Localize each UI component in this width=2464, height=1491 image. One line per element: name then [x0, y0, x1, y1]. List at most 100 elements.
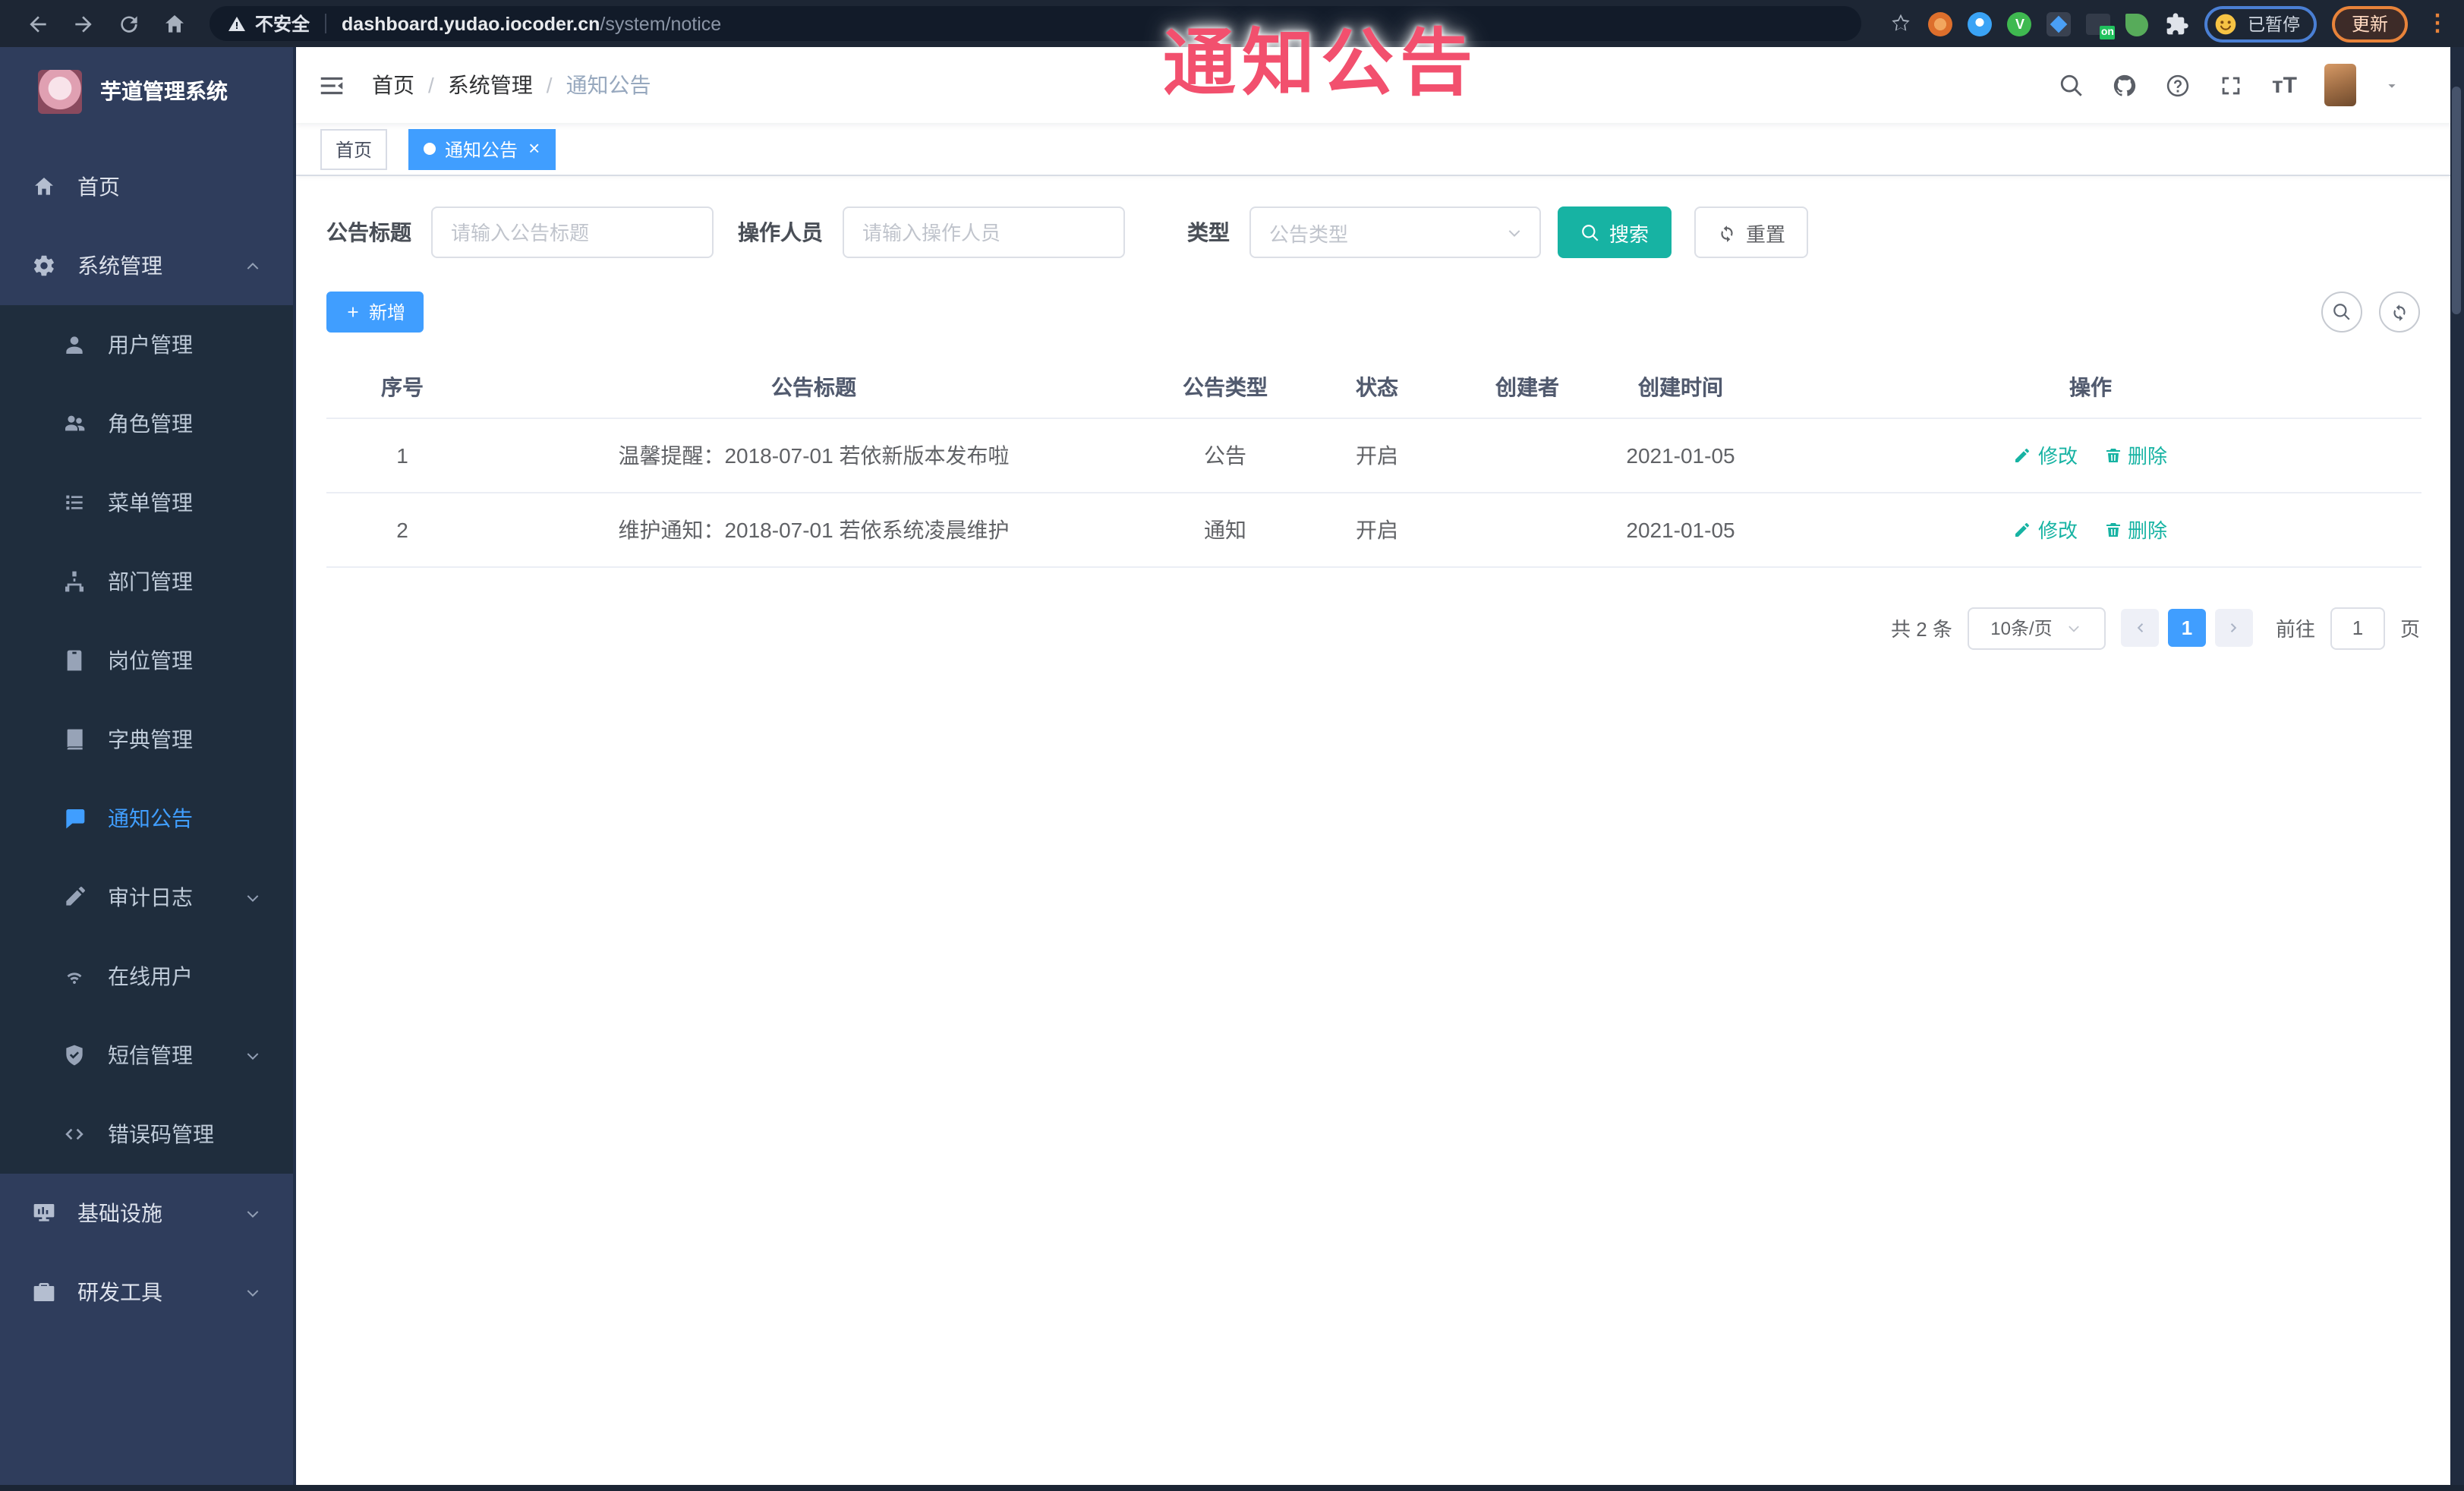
- github-icon[interactable]: [2113, 72, 2138, 98]
- chevron-left-icon: [2137, 623, 2144, 632]
- profile-status-label: 已暂停: [2247, 16, 2300, 34]
- notice-title-input[interactable]: [431, 206, 714, 258]
- table-cell: 开启: [1301, 492, 1453, 567]
- sidebar-item-dict-management[interactable]: 字典管理: [0, 700, 293, 779]
- chevron-down-icon: [247, 1289, 259, 1296]
- browser-update-button[interactable]: 更新: [2331, 5, 2408, 42]
- extension-on-badge: on: [2099, 25, 2116, 39]
- sidebar-item-home[interactable]: 首页: [0, 147, 293, 226]
- operator-input[interactable]: [843, 206, 1125, 258]
- page-size-select[interactable]: 10条/页: [1967, 607, 2106, 649]
- sidebar-item-dev-tools[interactable]: 研发工具: [0, 1253, 293, 1332]
- tab-home[interactable]: 首页: [320, 128, 388, 169]
- user-avatar[interactable]: [2324, 64, 2356, 106]
- sidebar-item-label: 部门管理: [108, 569, 193, 594]
- list-icon: [66, 495, 83, 510]
- current-page-button[interactable]: 1: [2167, 609, 2206, 647]
- table-column-header: 操作: [1760, 357, 2421, 418]
- page-scrollbar-thumb[interactable]: [2452, 87, 2461, 314]
- browser-home-icon[interactable]: [162, 11, 187, 36]
- extension-green-v-icon[interactable]: V: [2007, 11, 2032, 36]
- tree-icon: [65, 571, 83, 592]
- notice-type-select[interactable]: 公告类型: [1249, 206, 1541, 258]
- fullscreen-icon[interactable]: [2219, 72, 2245, 98]
- breadcrumb-system[interactable]: 系统管理: [448, 70, 533, 100]
- sidebar-item-menu-management[interactable]: 菜单管理: [0, 463, 293, 542]
- sidebar-item-label: 基础设施: [77, 1201, 162, 1225]
- url-separator: [325, 14, 327, 33]
- sidebar-item-online-users[interactable]: 在线用户: [0, 937, 293, 1016]
- search-button-icon: [1582, 224, 1599, 241]
- operator-label: 操作人员: [738, 220, 823, 244]
- browser-menu-icon[interactable]: ⋮: [2426, 12, 2449, 35]
- goto-page-input[interactable]: [2330, 607, 2385, 649]
- tab-notice[interactable]: 通知公告 ×: [408, 128, 556, 169]
- sidebar-logo-row[interactable]: 芋道管理系统: [0, 47, 293, 135]
- extension-orange-icon[interactable]: [1928, 11, 1953, 36]
- extension-pin-icon[interactable]: [1968, 11, 1993, 36]
- sidebar-item-post-management[interactable]: 岗位管理: [0, 621, 293, 700]
- edit-pencil-icon: [2015, 448, 2030, 462]
- edit-pencil-icon: [2015, 522, 2030, 536]
- reset-refresh-icon: [1721, 225, 1733, 241]
- announce-icon: [66, 809, 85, 829]
- table-cell: 2021-01-05: [1602, 492, 1760, 567]
- table-cell: 2: [326, 492, 478, 567]
- sidebar-item-role-management[interactable]: 角色管理: [0, 384, 293, 463]
- add-button[interactable]: 新增: [326, 292, 424, 333]
- sidebar-item-error-code-management[interactable]: 错误码管理: [0, 1095, 293, 1174]
- browser-profile-button[interactable]: 已暂停: [2204, 5, 2317, 42]
- sidebar-item-label: 审计日志: [108, 885, 193, 909]
- sidebar-item-user-management[interactable]: 用户管理: [0, 305, 293, 384]
- table-tools: [2321, 292, 2420, 333]
- next-page-button[interactable]: [2214, 609, 2253, 647]
- browser-reload-icon[interactable]: [117, 11, 141, 36]
- tags-bar: 首页 通知公告 ×: [296, 123, 2464, 176]
- address-bar[interactable]: 不安全 dashboard.yudao.iocoder.cn/system/no…: [210, 6, 1862, 41]
- browser-back-icon[interactable]: [26, 11, 50, 36]
- sidebar-menu: 首页 系统管理 用户管理 角色管理 菜单管理部门管理岗位管理 字典管理 通知公告审计日志在线…: [0, 135, 293, 1491]
- sidebar-item-label: 研发工具: [77, 1280, 162, 1304]
- sidebar-item-dept-management[interactable]: 部门管理: [0, 542, 293, 621]
- table-row: 1 温馨提醒：2018-07-01 若依新版本发布啦 公告 开启 2021-01-05 修…: [326, 418, 2421, 493]
- refresh-table-button[interactable]: [2379, 292, 2420, 333]
- search-button[interactable]: 搜索: [1558, 206, 1672, 258]
- delete-trash-icon: [2106, 522, 2119, 536]
- reset-button[interactable]: 重置: [1694, 206, 1809, 258]
- sidebar-item-infrastructure[interactable]: 基础设施: [0, 1174, 293, 1253]
- page-scrollbar[interactable]: [2450, 47, 2464, 1491]
- home-icon: [35, 178, 53, 195]
- extension-diamond-icon[interactable]: [2047, 11, 2072, 36]
- search-icon[interactable]: [2059, 72, 2085, 98]
- help-icon[interactable]: [2166, 72, 2191, 98]
- edit-link[interactable]: 修改: [2014, 440, 2078, 469]
- browser-forward-icon[interactable]: [71, 11, 96, 36]
- table-cell: 2021-01-05: [1602, 418, 1760, 493]
- table-column-header: 公告标题: [478, 357, 1149, 418]
- table-row: 2 维护通知：2018-07-01 若依系统凌晨维护 通知 开启 2021-01-05 修…: [326, 492, 2421, 567]
- extensions-puzzle-icon[interactable]: [2166, 11, 2190, 36]
- sidebar-item-notice-announcement[interactable]: 通知公告: [0, 779, 293, 858]
- sidebar-item-label: 错误码管理: [108, 1122, 214, 1146]
- font-size-icon[interactable]: ᴛT: [2272, 72, 2297, 98]
- sidebar-item-sms-management[interactable]: 短信管理: [0, 1016, 293, 1095]
- top-navbar: 首页 / 系统管理 / 通知公告 ᴛT: [296, 47, 2464, 123]
- table-cell: 公告: [1149, 418, 1301, 493]
- sidebar-collapse-icon[interactable]: [317, 71, 346, 99]
- toggle-search-button[interactable]: [2321, 292, 2362, 333]
- edit-link[interactable]: 修改: [2014, 515, 2078, 544]
- tab-close-icon[interactable]: ×: [528, 138, 540, 158]
- breadcrumb-home[interactable]: 首页: [372, 70, 414, 100]
- avatar-caret-down-icon[interactable]: [2384, 77, 2400, 93]
- bookmark-star-icon[interactable]: [1889, 11, 1914, 36]
- window-bottom-edge: [0, 1485, 2464, 1491]
- extension-leaf-icon[interactable]: [2125, 11, 2150, 36]
- table-cell: [1453, 418, 1602, 493]
- shield-icon: [66, 1045, 83, 1066]
- prev-page-button[interactable]: [2120, 609, 2159, 647]
- sidebar-item-audit-log[interactable]: 审计日志: [0, 858, 293, 937]
- sidebar-item-system-management[interactable]: 系统管理: [0, 226, 293, 305]
- delete-link[interactable]: 删除: [2103, 440, 2167, 469]
- delete-link[interactable]: 删除: [2103, 515, 2167, 544]
- extension-proxy-icon[interactable]: on: [2086, 11, 2116, 39]
